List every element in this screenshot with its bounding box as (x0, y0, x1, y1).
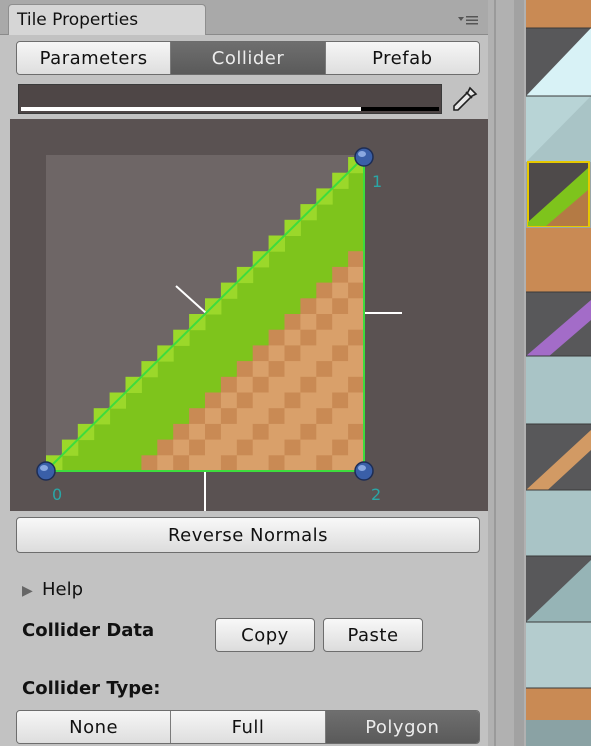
collider-type-label: Collider Type: (22, 678, 161, 699)
scrollbar-track (514, 0, 524, 746)
collider-type-none[interactable]: None (17, 711, 172, 743)
divider-line (494, 0, 496, 746)
panel-titlebar: Tile Properties (0, 0, 488, 35)
panel-menu-icon[interactable] (452, 11, 482, 27)
collider-type-polygon[interactable]: Polygon (325, 711, 479, 743)
vertex-label-0: 0 (52, 485, 62, 504)
copy-button[interactable]: Copy (215, 618, 315, 652)
tab-parameters[interactable]: Parameters (17, 42, 172, 74)
collider-type-selector: None Full Polygon (16, 710, 480, 744)
vertex-label-2: 2 (371, 485, 381, 504)
collider-data-label: Collider Data (22, 620, 155, 641)
color-field[interactable] (18, 84, 442, 114)
reverse-normals-button[interactable]: Reverse Normals (16, 517, 480, 553)
tab-tile-properties[interactable]: Tile Properties (8, 4, 206, 35)
tile-properties-panel: Tile Properties Parameters Collider Pref… (0, 0, 488, 746)
panel-divider[interactable] (488, 0, 526, 746)
tab-prefab[interactable]: Prefab (325, 42, 479, 74)
color-alpha-bar (21, 107, 361, 111)
tile-palette[interactable] (526, 0, 591, 746)
vertex-handle-2[interactable] (354, 461, 374, 481)
color-alpha-remainder (361, 107, 439, 111)
mode-selector: Parameters Collider Prefab (16, 41, 480, 75)
vertex-label-1: 1 (372, 172, 382, 191)
eyedropper-icon[interactable] (448, 84, 480, 114)
paste-button[interactable]: Paste (323, 618, 423, 652)
collider-type-full[interactable]: Full (171, 711, 326, 743)
triangle-right-icon[interactable]: ▶ (22, 583, 33, 599)
tab-collider[interactable]: Collider (171, 42, 326, 74)
vertex-handle-1[interactable] (354, 147, 374, 167)
vertex-handle-0[interactable] (36, 461, 56, 481)
collider-preview-svg: 0 1 2 (36, 147, 402, 511)
collider-preview-canvas[interactable]: 0 1 2 (10, 119, 488, 511)
tile-palette-svg (526, 0, 591, 746)
help-foldout[interactable]: Help (42, 579, 83, 600)
